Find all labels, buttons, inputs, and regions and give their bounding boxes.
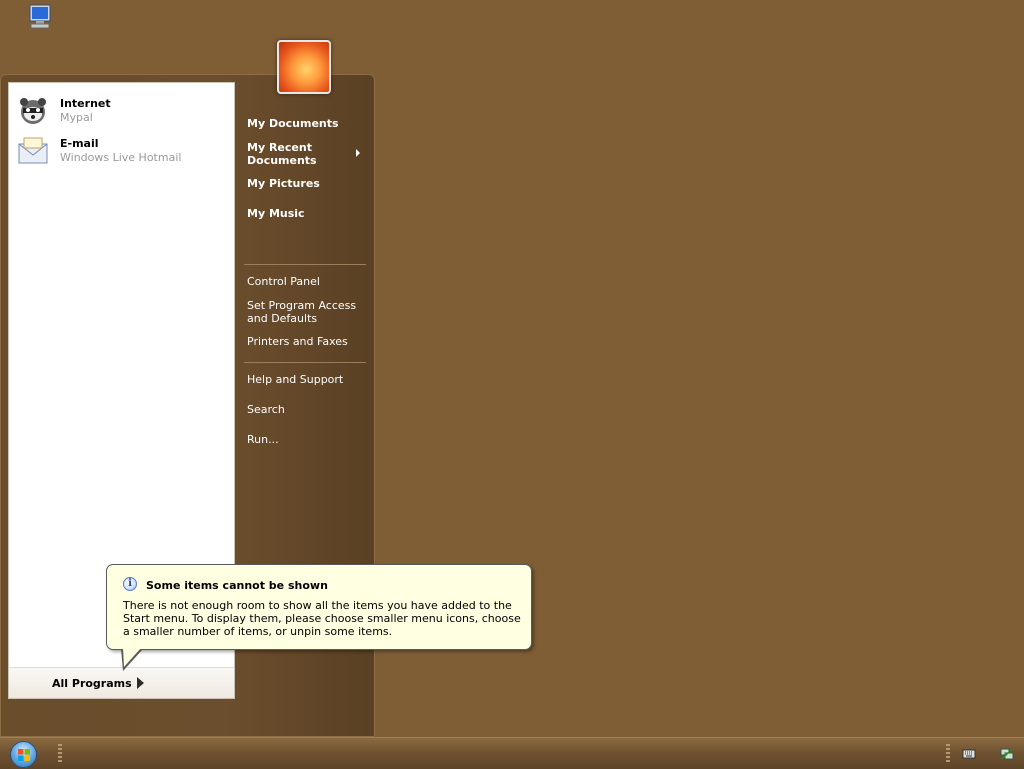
raccoon-browser-icon [17,95,49,127]
balloon-text: There is not enough room to show all the… [123,599,521,638]
windows-flag-icon [18,749,30,761]
all-programs-label: All Programs [52,677,132,690]
pinned-item-internet[interactable]: Internet Mypal [17,93,227,129]
submenu-arrow-icon [356,149,360,157]
all-programs-button[interactable]: All Programs [9,668,234,698]
pinned-item-email[interactable]: E-mail Windows Live Hotmail [17,133,227,169]
menu-item-run[interactable]: Run... [247,433,279,446]
info-icon: i [123,577,137,591]
desktop-computer-icon[interactable] [24,2,56,34]
chevron-right-icon [137,677,144,689]
pinned-item-title: E-mail [60,137,99,150]
taskbar [0,737,1024,769]
balloon-title: Some items cannot be shown [146,579,328,592]
user-picture[interactable] [277,40,331,94]
notification-balloon[interactable]: i Some items cannot be shown There is no… [106,564,532,650]
menu-item-my-documents[interactable]: My Documents [247,117,339,130]
menu-item-control-panel[interactable]: Control Panel [247,275,320,288]
taskbar-grip[interactable] [946,744,950,764]
menu-item-printers-and-faxes[interactable]: Printers and Faxes [247,335,348,348]
pinned-item-subtitle: Mypal [60,111,93,124]
pinned-item-subtitle: Windows Live Hotmail [60,151,182,164]
menu-item-help-and-support[interactable]: Help and Support [247,373,343,386]
menu-separator [244,362,366,363]
menu-item-search[interactable]: Search [247,403,285,416]
pinned-item-title: Internet [60,97,111,110]
menu-item-my-music[interactable]: My Music [247,207,305,220]
start-button[interactable] [10,741,37,768]
balloon-tail-fill [123,648,141,667]
menu-item-my-pictures[interactable]: My Pictures [247,177,320,190]
envelope-icon [17,135,49,167]
taskbar-grip[interactable] [58,744,62,764]
menu-item-set-program-access[interactable]: Set Program Access and Defaults [247,299,356,325]
menu-separator [244,264,366,265]
keyboard-icon[interactable] [962,747,976,761]
network-icon[interactable] [1000,747,1014,761]
menu-item-my-recent-documents[interactable]: My Recent Documents [247,141,317,167]
